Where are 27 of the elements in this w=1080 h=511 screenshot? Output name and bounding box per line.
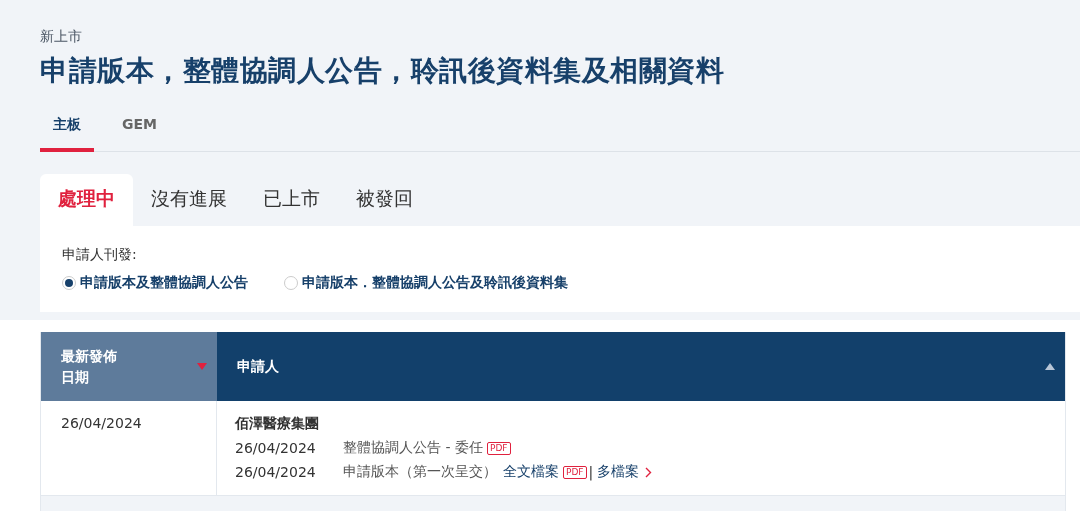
document-date: 26/04/2024 (235, 440, 317, 456)
sort-icon[interactable] (1045, 363, 1055, 370)
page-title: 申請版本，整體協調人公告，聆訊後資料集及相關資料 (40, 53, 725, 89)
separator: | (588, 464, 594, 480)
status-tab[interactable]: 被發回 (338, 174, 431, 226)
radio-label[interactable]: 申請版本．整體協調人公告及聆訊後資料集 (302, 274, 568, 292)
more-files-link[interactable]: 多檔案 (597, 463, 640, 481)
filter-label: 申請人刊發: (62, 246, 138, 264)
column-label: 申請人 (237, 357, 279, 376)
file-link[interactable]: 全文檔案 (503, 463, 559, 481)
applicant-name: 佰澤醫療集團 (235, 415, 320, 433)
status-tab[interactable]: 處理中 (40, 174, 133, 226)
status-tab[interactable]: 沒有進展 (133, 174, 245, 226)
document-date: 26/04/2024 (235, 464, 317, 480)
document-title: 申請版本（第一次呈交） (343, 463, 497, 481)
document-title: 整體協調人公告 - 委任 (343, 439, 483, 457)
column-header[interactable]: 申請人 (217, 332, 1065, 401)
board-tab[interactable]: 主板 (40, 116, 94, 152)
chevron-icon[interactable] (645, 466, 653, 478)
column-label: 最新發佈日期 (61, 346, 118, 387)
pdf-badge[interactable]: PDF (486, 441, 511, 455)
board-tab[interactable]: GEM (122, 116, 157, 152)
radio-label[interactable]: 申請版本及整體協調人公告 (80, 274, 248, 292)
column-header[interactable]: 最新發佈日期 (41, 332, 217, 401)
breadcrumb: 新上市 (40, 28, 83, 46)
status-tab[interactable]: 已上市 (245, 174, 338, 226)
pdf-badge[interactable]: PDF (563, 465, 587, 479)
